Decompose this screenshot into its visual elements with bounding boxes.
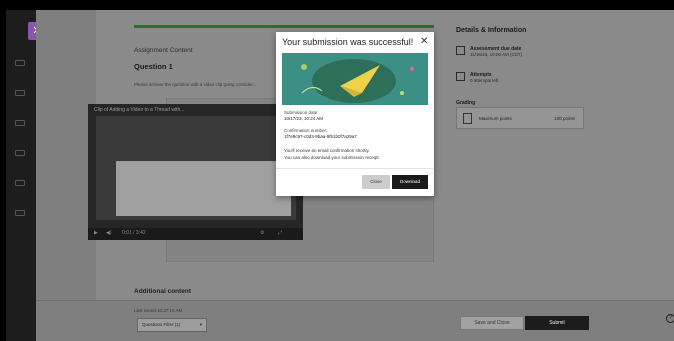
success-illustration	[282, 53, 428, 105]
download-button[interactable]: Download	[392, 175, 428, 189]
nav-icon[interactable]	[15, 60, 25, 66]
help-icon[interactable]: ?	[666, 314, 674, 323]
question-prompt: Please answer the question with a video …	[134, 82, 257, 87]
submit-button[interactable]: Submit	[525, 316, 589, 330]
dialog-title: Your submission was successful!	[282, 37, 414, 47]
grading-label: Grading	[456, 100, 476, 106]
play-icon[interactable]: ▶	[94, 230, 98, 236]
video-controls[interactable]: ▶ ◀) 0:01 / 3:42 ⚙ ⤢	[88, 228, 303, 240]
nav-icon[interactable]	[15, 120, 25, 126]
volume-icon[interactable]: ◀)	[106, 230, 112, 236]
nav-icon[interactable]	[15, 150, 25, 156]
left-nav-bar: ✕	[6, 10, 46, 341]
nav-icon[interactable]	[15, 180, 25, 186]
nav-icon[interactable]	[15, 210, 25, 216]
attempts-icon	[456, 72, 465, 81]
max-points-box: Maximum points 100 points	[456, 107, 584, 129]
progress-bar	[134, 25, 434, 28]
submission-date-label: Submission date:	[284, 110, 319, 115]
additional-content-title: Additional content	[134, 288, 192, 295]
video-screen	[116, 161, 291, 216]
dialog-divider	[276, 168, 434, 169]
video-time: 0:01 / 3:42	[122, 230, 146, 236]
calendar-icon	[456, 46, 465, 55]
submission-date-value: 10/17/23, 10:24 AM	[284, 116, 324, 121]
video-frame[interactable]	[96, 116, 296, 220]
due-date-item: Assessment due date 11/16/23, 10:00 AM (…	[456, 46, 522, 57]
video-title: Clip of Adding a Video to a Thread with.…	[94, 107, 185, 113]
max-points-label: Maximum points	[479, 116, 512, 121]
app-frame: ✕ Assignment Content Question 1 Please a…	[6, 10, 674, 341]
download-note: You can also download your submission re…	[284, 155, 379, 160]
video-player[interactable]: Clip of Adding a Video to a Thread with.…	[88, 104, 303, 240]
nav-icon[interactable]	[15, 90, 25, 96]
rubric-icon	[463, 113, 472, 124]
question-filter-label: Questions Filter (1)	[142, 322, 181, 327]
fullscreen-icon[interactable]: ⤢	[278, 230, 282, 236]
close-icon[interactable]: ✕	[420, 36, 428, 47]
attempts-value: 0 attempts left	[470, 78, 499, 83]
details-title: Details & Information	[456, 27, 527, 34]
details-pane: Details & Information Assessment due dat…	[446, 10, 674, 300]
settings-icon[interactable]: ⚙	[260, 230, 264, 236]
max-points-value: 100 points	[554, 116, 575, 121]
chevron-down-icon: ▾	[199, 322, 202, 327]
attempts-item: Attempts 0 attempts left	[456, 72, 498, 83]
section-title: Assignment Content	[134, 47, 193, 54]
due-date-value: 11/16/23, 10:00 AM (CST)	[470, 52, 522, 57]
question-label: Question 1	[134, 62, 173, 71]
save-and-close-button[interactable]: Save and Close	[460, 316, 524, 330]
submission-success-dialog: Your submission was successful! ✕ Submis…	[276, 32, 434, 196]
confirmation-number: 1f7e9c97-c0d3-9baa-9f51b0f7a29a7	[284, 134, 357, 139]
close-button[interactable]: Close	[362, 175, 390, 189]
question-filter-select[interactable]: Questions Filter (1) ▾	[137, 318, 207, 332]
confirmation-label: Confirmation number:	[284, 128, 328, 133]
last-saved: Last saved 10:27:16 AM	[134, 308, 183, 313]
email-note: You'll receive an email confirmation sho…	[284, 148, 370, 153]
